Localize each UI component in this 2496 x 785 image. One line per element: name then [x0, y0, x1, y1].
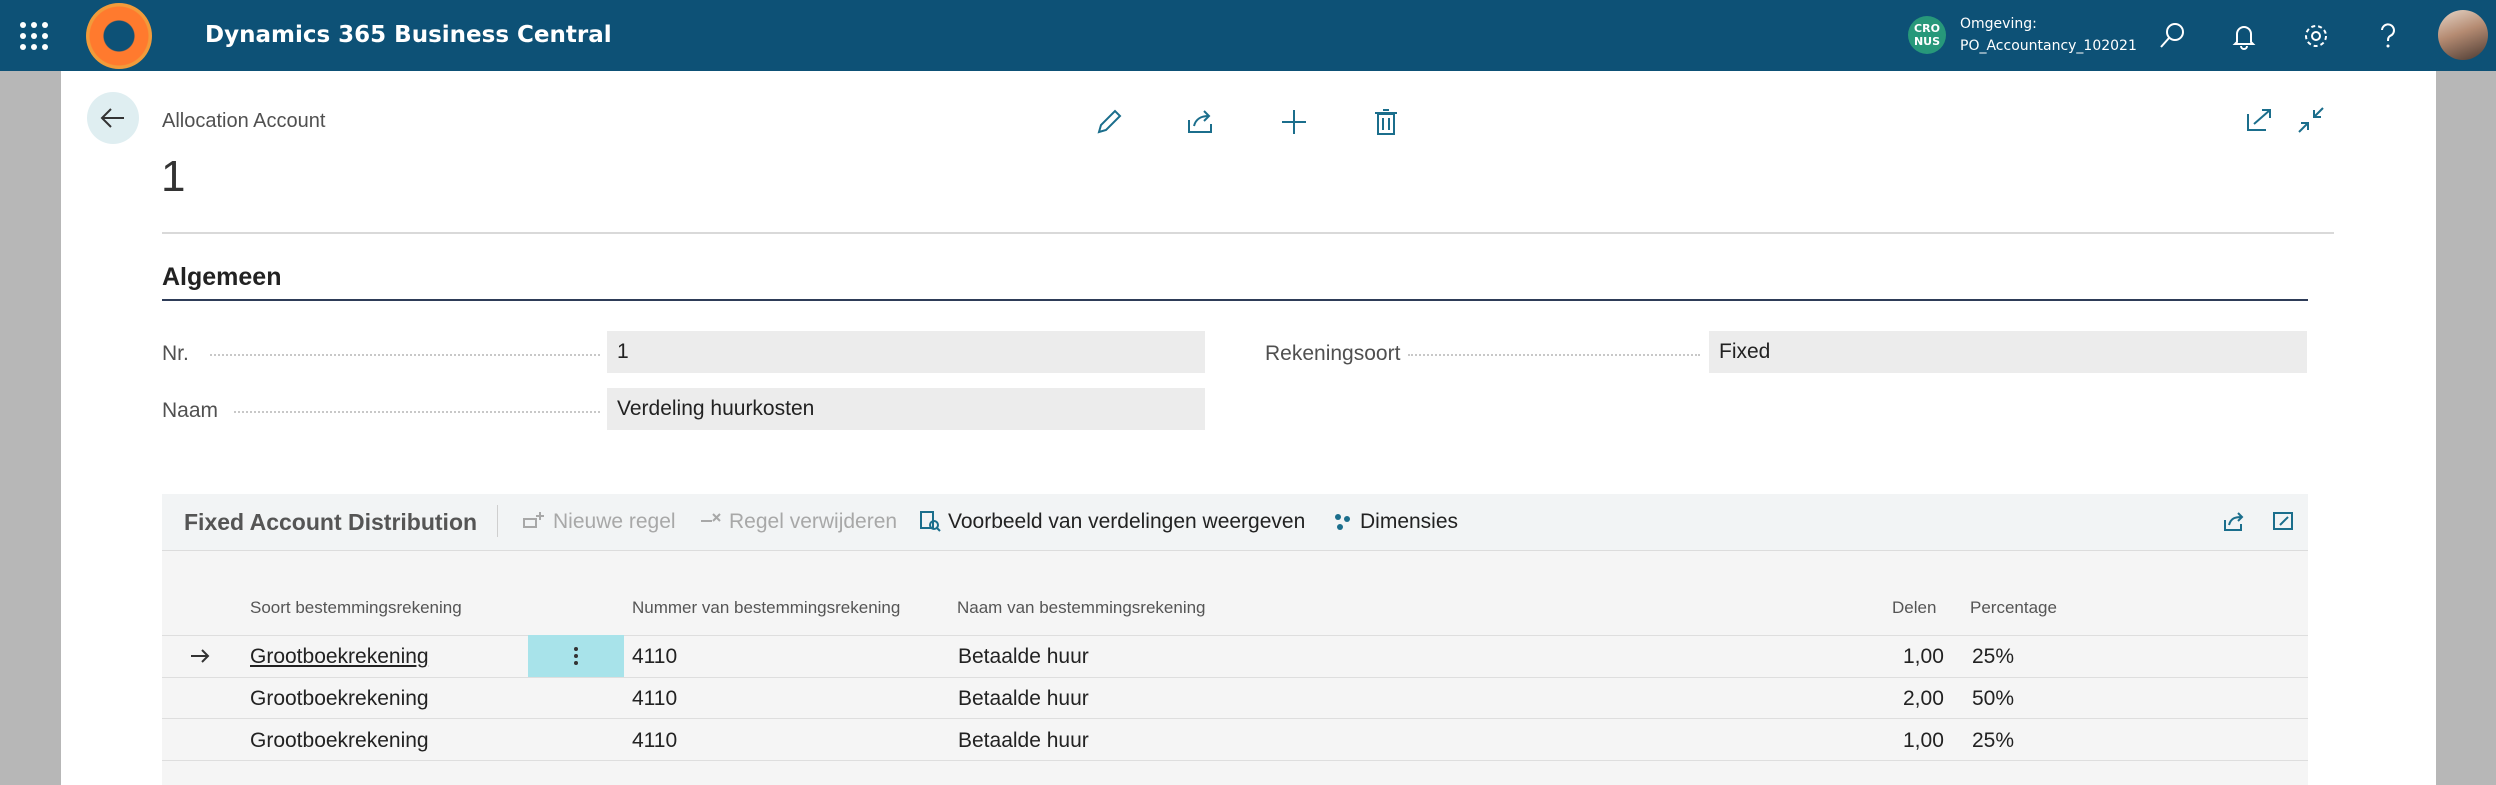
- environment-name[interactable]: PO_Accountancy_102021: [1960, 38, 2137, 54]
- environment-label: Omgeving:: [1960, 16, 2037, 32]
- field-leader: [234, 411, 600, 413]
- soort-cell[interactable]: Grootboekrekening: [250, 687, 429, 711]
- section-divider: [162, 299, 2308, 301]
- environment-badge[interactable]: CRO NUS: [1908, 16, 1946, 54]
- edit-icon[interactable]: [1091, 104, 1127, 140]
- naam-cell: Betaalde huur: [958, 729, 1089, 752]
- delen-cell[interactable]: 1,00: [1903, 729, 1944, 753]
- column-header-delen[interactable]: Delen: [1892, 598, 1936, 618]
- dimensions-button[interactable]: Dimensies: [1360, 510, 1458, 534]
- expand-part-icon[interactable]: [2271, 509, 2295, 533]
- header-divider: [162, 232, 2334, 234]
- current-row-arrow-icon: [191, 649, 210, 663]
- search-icon[interactable]: [2156, 20, 2188, 52]
- column-header-naam[interactable]: Naam van bestemmingsrekening: [957, 598, 1206, 618]
- avatar[interactable]: [2438, 10, 2488, 60]
- naam-cell: Betaalde huur: [958, 645, 1089, 668]
- app-title: Dynamics 365 Business Central: [205, 22, 612, 48]
- page-caption: Allocation Account: [162, 110, 326, 132]
- open-new-window-icon[interactable]: [2242, 102, 2278, 138]
- column-header-nummer[interactable]: Nummer van bestemmingsrekening: [632, 598, 900, 618]
- section-title[interactable]: Algemeen: [162, 263, 281, 292]
- percentage-cell: 25%: [1972, 645, 2015, 668]
- percentage-cell: 50%: [1972, 687, 2015, 710]
- top-bar: Dynamics 365 Business Central CRO NUS Om…: [0, 0, 2496, 71]
- nummer-cell[interactable]: 4110: [632, 729, 677, 753]
- distribution-title[interactable]: Fixed Account Distribution: [184, 509, 477, 536]
- column-header-percentage[interactable]: Percentage: [1970, 598, 2057, 618]
- more-options-icon: [574, 647, 578, 665]
- add-icon[interactable]: [1276, 104, 1312, 140]
- delen-cell[interactable]: 1,00: [1903, 645, 1944, 669]
- column-header-soort[interactable]: Soort bestemmingsrekening: [250, 598, 462, 618]
- rekeningsoort-field[interactable]: Fixed: [1709, 331, 2307, 373]
- app-launcher-icon[interactable]: [20, 22, 48, 50]
- rekeningsoort-label: Rekeningsoort: [1265, 342, 1401, 365]
- preview-distribution-button[interactable]: Voorbeeld van verdelingen weergeven: [948, 510, 1305, 534]
- new-line-icon: [523, 512, 544, 528]
- field-leader: [1408, 354, 1700, 356]
- delen-cell[interactable]: 2,00: [1903, 687, 1944, 711]
- dimensions-icon: [1335, 514, 1350, 530]
- delete-line-button[interactable]: Regel verwijderen: [729, 510, 897, 534]
- share-part-icon[interactable]: [2222, 509, 2246, 533]
- gear-icon[interactable]: [2300, 20, 2332, 52]
- new-line-button[interactable]: Nieuwe regel: [553, 510, 676, 534]
- collapse-icon[interactable]: [2293, 102, 2329, 138]
- bell-icon[interactable]: [2228, 20, 2260, 52]
- soort-cell[interactable]: Grootboekrekening: [250, 645, 429, 669]
- toolbar-separator: [497, 505, 498, 537]
- soort-cell[interactable]: Grootboekrekening: [250, 729, 429, 753]
- record-title: 1: [161, 152, 186, 201]
- nummer-cell[interactable]: 4110: [632, 645, 677, 669]
- field-leader: [210, 354, 600, 356]
- delete-line-icon: [701, 513, 721, 522]
- percentage-cell: 25%: [1972, 729, 2015, 752]
- naam-cell: Betaalde huur: [958, 687, 1089, 710]
- help-icon[interactable]: [2372, 20, 2404, 52]
- product-logo: [86, 3, 152, 69]
- nr-label: Nr.: [162, 342, 189, 365]
- nummer-cell[interactable]: 4110: [632, 687, 677, 711]
- naam-label: Naam: [162, 399, 219, 422]
- back-button[interactable]: [87, 92, 139, 144]
- nr-field[interactable]: 1: [607, 331, 1205, 373]
- preview-distribution-icon: [920, 511, 941, 532]
- naam-field[interactable]: Verdeling huurkosten: [607, 388, 1205, 430]
- share-icon[interactable]: [1183, 104, 1219, 140]
- delete-icon[interactable]: [1368, 104, 1404, 140]
